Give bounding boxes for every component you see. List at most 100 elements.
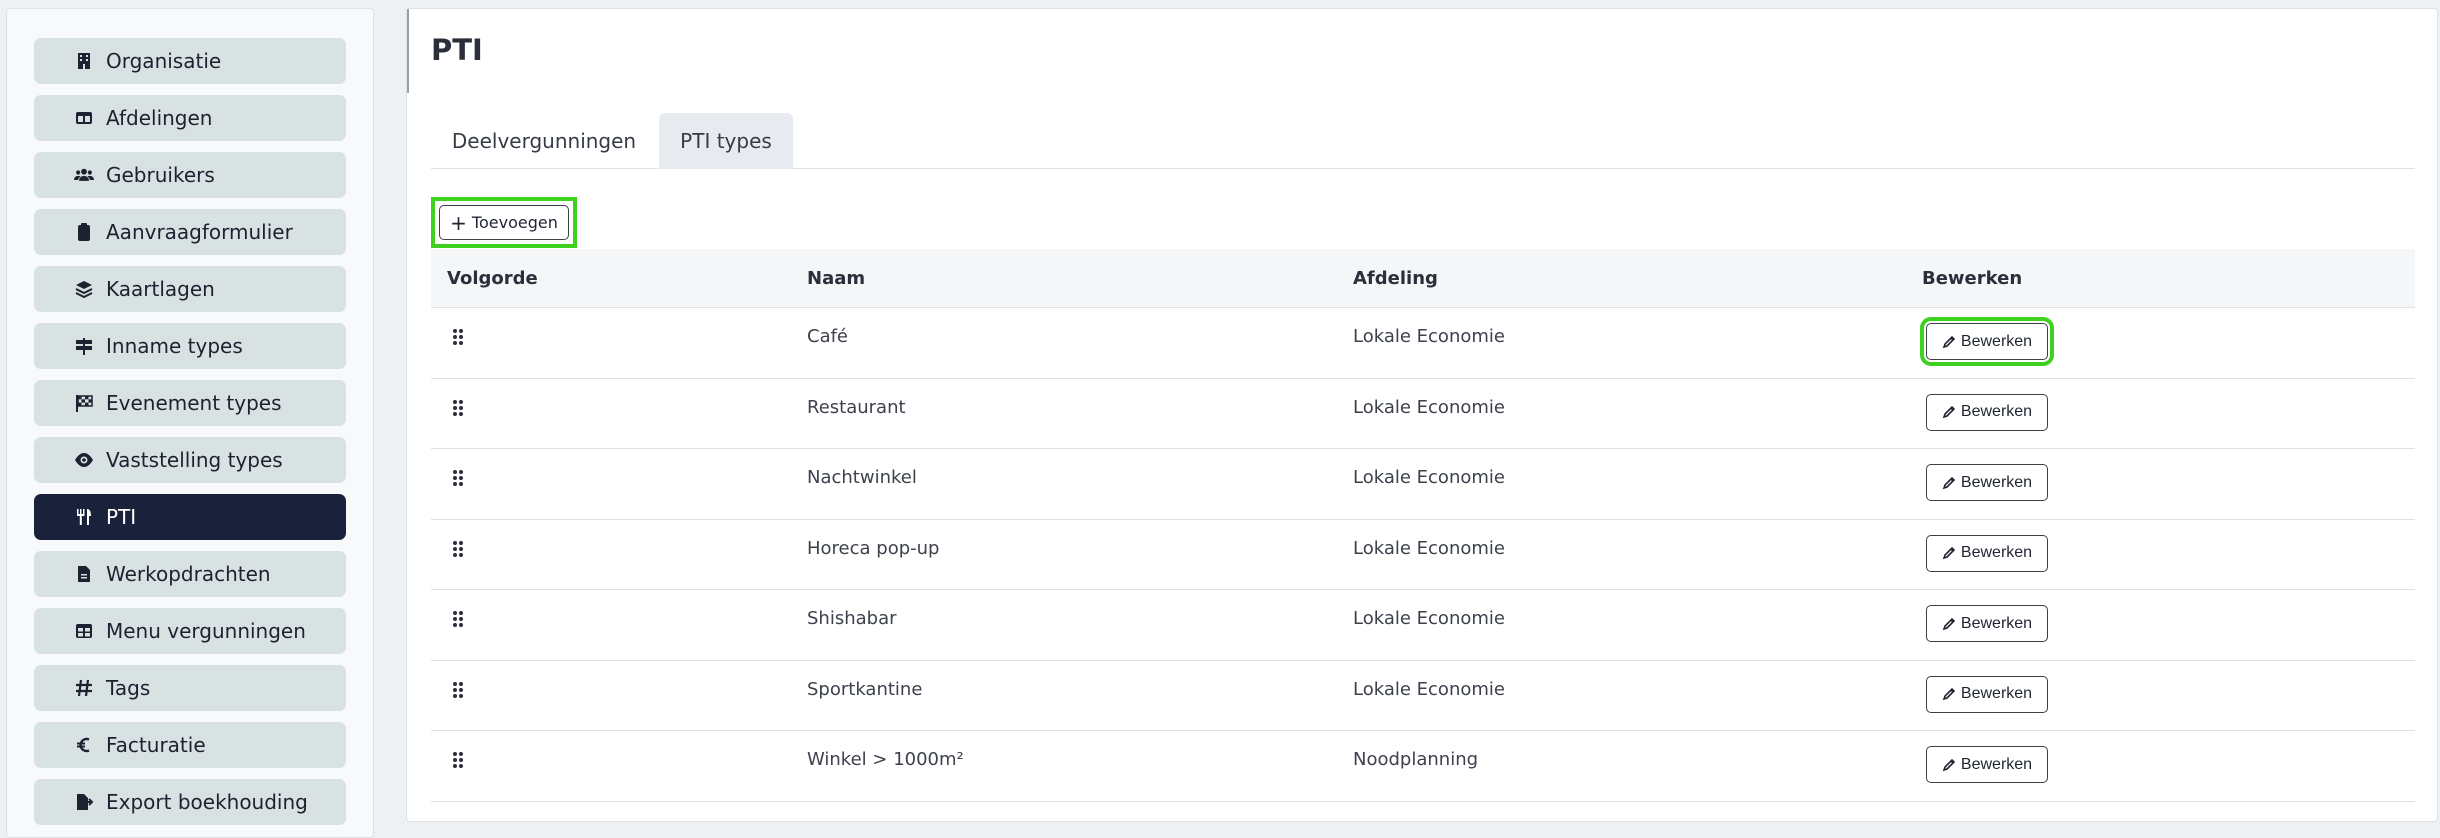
sidebar-item-label: Export boekhouding xyxy=(106,790,308,814)
flag-checkered-icon xyxy=(72,391,96,415)
cell-naam: Café xyxy=(807,326,849,347)
column-header-naam: Naam xyxy=(807,268,866,289)
hashtag-icon xyxy=(72,676,96,700)
cell-afdeling: Lokale Economie xyxy=(1353,326,1505,347)
table-header: Volgorde Naam Afdeling Bewerken xyxy=(431,249,2415,308)
edit-button-label: Bewerken xyxy=(1960,614,2033,632)
layers-icon xyxy=(72,277,96,301)
table-row: Restaurant Lokale Economie Bewerken xyxy=(431,379,2415,449)
edit-button-label: Bewerken xyxy=(1960,403,2033,420)
page-title: PTI xyxy=(431,33,483,67)
table-row: Sportkantine Lokale Economie Bewerken xyxy=(431,661,2415,731)
drag-handle-icon[interactable] xyxy=(451,328,465,346)
drag-handle-icon[interactable] xyxy=(451,681,465,699)
sidebar-item-inname-types[interactable]: Inname types xyxy=(34,323,346,369)
panel-accent-bar xyxy=(407,9,409,93)
table-row: Winkel > 1000m² Noodplanning Bewerken xyxy=(431,731,2415,802)
sidebar-item-label: Gebruikers xyxy=(106,163,215,187)
pencil-icon xyxy=(1942,758,1956,771)
building-icon xyxy=(72,49,96,73)
eye-icon xyxy=(72,448,96,472)
sidebar-item-tags[interactable]: Tags xyxy=(34,665,346,711)
drag-handle-icon[interactable] xyxy=(451,399,465,417)
sidebar-item-label: Aanvraagformulier xyxy=(106,220,293,244)
edit-button-label: Bewerken xyxy=(1960,473,2033,491)
cell-afdeling: Lokale Economie xyxy=(1353,678,1505,700)
edit-button[interactable]: Bewerken xyxy=(1926,393,2048,431)
add-button-label: Toevoegen xyxy=(471,213,558,232)
cell-afdeling: Lokale Economie xyxy=(1353,467,1505,488)
pencil-icon xyxy=(1942,546,1956,560)
edit-button-label: Bewerken xyxy=(1960,332,2033,350)
drag-handle-icon[interactable] xyxy=(451,540,465,558)
tab-deelvergunningen[interactable]: Deelvergunningen xyxy=(431,113,657,169)
add-button[interactable]: + Toevoegen xyxy=(439,205,569,240)
sidebar-item-menu-vergunningen[interactable]: Menu vergunningen xyxy=(34,608,346,654)
sidebar-item-afdelingen[interactable]: Afdelingen xyxy=(34,95,346,141)
edit-button[interactable]: Bewerken xyxy=(1926,534,2048,572)
column-header-afdeling: Afdeling xyxy=(1353,268,1438,289)
sidebar-item-pti[interactable]: PTI xyxy=(34,494,346,540)
pencil-icon xyxy=(1942,405,1956,419)
pencil-icon xyxy=(1942,335,1956,348)
cell-afdeling: Lokale Economie xyxy=(1353,396,1505,418)
euro-icon xyxy=(72,733,96,757)
sidebar-item-label: Tags xyxy=(106,676,151,700)
column-header-bewerken: Bewerken xyxy=(1922,268,2023,289)
pencil-icon xyxy=(1942,617,1956,630)
edit-button[interactable]: Bewerken xyxy=(1926,746,2048,783)
users-icon xyxy=(72,163,96,187)
cell-naam: Nachtwinkel xyxy=(807,467,917,488)
sidebar-item-werkopdrachten[interactable]: Werkopdrachten xyxy=(34,551,346,597)
cell-naam: Sportkantine xyxy=(807,678,923,700)
pencil-icon xyxy=(1942,687,1956,701)
drag-handle-icon[interactable] xyxy=(451,751,465,769)
sidebar-item-gebruikers[interactable]: Gebruikers xyxy=(34,152,346,198)
sidebar-item-label: Organisatie xyxy=(106,49,222,73)
tab-pti-types[interactable]: PTI types xyxy=(659,113,793,169)
drag-handle-icon[interactable] xyxy=(451,610,465,628)
sidebar-item-label: Inname types xyxy=(106,334,243,358)
sidebar-item-label: Menu vergunningen xyxy=(106,619,306,643)
tab-bar: Deelvergunningen PTI types xyxy=(431,113,2415,169)
sidebar-item-label: Evenement types xyxy=(106,391,282,415)
edit-button[interactable]: Bewerken xyxy=(1926,605,2048,642)
drag-handle-icon[interactable] xyxy=(451,469,465,487)
sidebar-item-aanvraagformulier[interactable]: Aanvraagformulier xyxy=(34,209,346,255)
add-button-highlight: + Toevoegen xyxy=(431,197,577,248)
table-row: Nachtwinkel Lokale Economie Bewerken xyxy=(431,449,2415,520)
sidebar-item-export-boekhouding[interactable]: Export boekhouding xyxy=(34,779,346,825)
sidebar-item-vaststelling-types[interactable]: Vaststelling types xyxy=(34,437,346,483)
sidebar-item-label: Afdelingen xyxy=(106,106,213,130)
table-icon xyxy=(72,619,96,643)
pti-types-table: Volgorde Naam Afdeling Bewerken Café Lok… xyxy=(431,249,2415,802)
cell-naam: Winkel > 1000m² xyxy=(807,749,964,770)
edit-button[interactable]: Bewerken xyxy=(1920,317,2054,366)
signs-post-icon xyxy=(72,334,96,358)
edit-button-label: Bewerken xyxy=(1960,755,2033,773)
cell-naam: Restaurant xyxy=(807,396,906,418)
table-body: Café Lokale Economie Bewerken Restaurant… xyxy=(431,308,2415,802)
cell-afdeling: Lokale Economie xyxy=(1353,608,1505,629)
edit-button[interactable]: Bewerken xyxy=(1926,464,2048,501)
utensils-icon xyxy=(72,505,96,529)
sidebar-item-label: PTI xyxy=(106,505,137,529)
column-header-volgorde: Volgorde xyxy=(447,268,538,289)
sidebar-item-kaartlagen[interactable]: Kaartlagen xyxy=(34,266,346,312)
cell-naam: Shishabar xyxy=(807,608,897,629)
plus-icon: + xyxy=(450,210,467,235)
edit-button-label: Bewerken xyxy=(1960,685,2033,702)
edit-button[interactable]: Bewerken xyxy=(1926,675,2048,713)
clipboard-icon xyxy=(72,220,96,244)
main-panel: PTI Deelvergunningen PTI types + Toevoeg… xyxy=(406,8,2438,822)
cell-afdeling: Noodplanning xyxy=(1353,749,1479,770)
sidebar-item-evenement-types[interactable]: Evenement types xyxy=(34,380,346,426)
file-export-icon xyxy=(72,790,96,814)
file-icon xyxy=(72,562,96,586)
table-row: Café Lokale Economie Bewerken xyxy=(431,308,2415,379)
sidebar-item-facturatie[interactable]: Facturatie xyxy=(34,722,346,768)
table-row: Shishabar Lokale Economie Bewerken xyxy=(431,590,2415,661)
sidebar-item-organisatie[interactable]: Organisatie xyxy=(34,38,346,84)
cell-afdeling: Lokale Economie xyxy=(1353,537,1505,559)
table-row: Horeca pop-up Lokale Economie Bewerken xyxy=(431,520,2415,590)
